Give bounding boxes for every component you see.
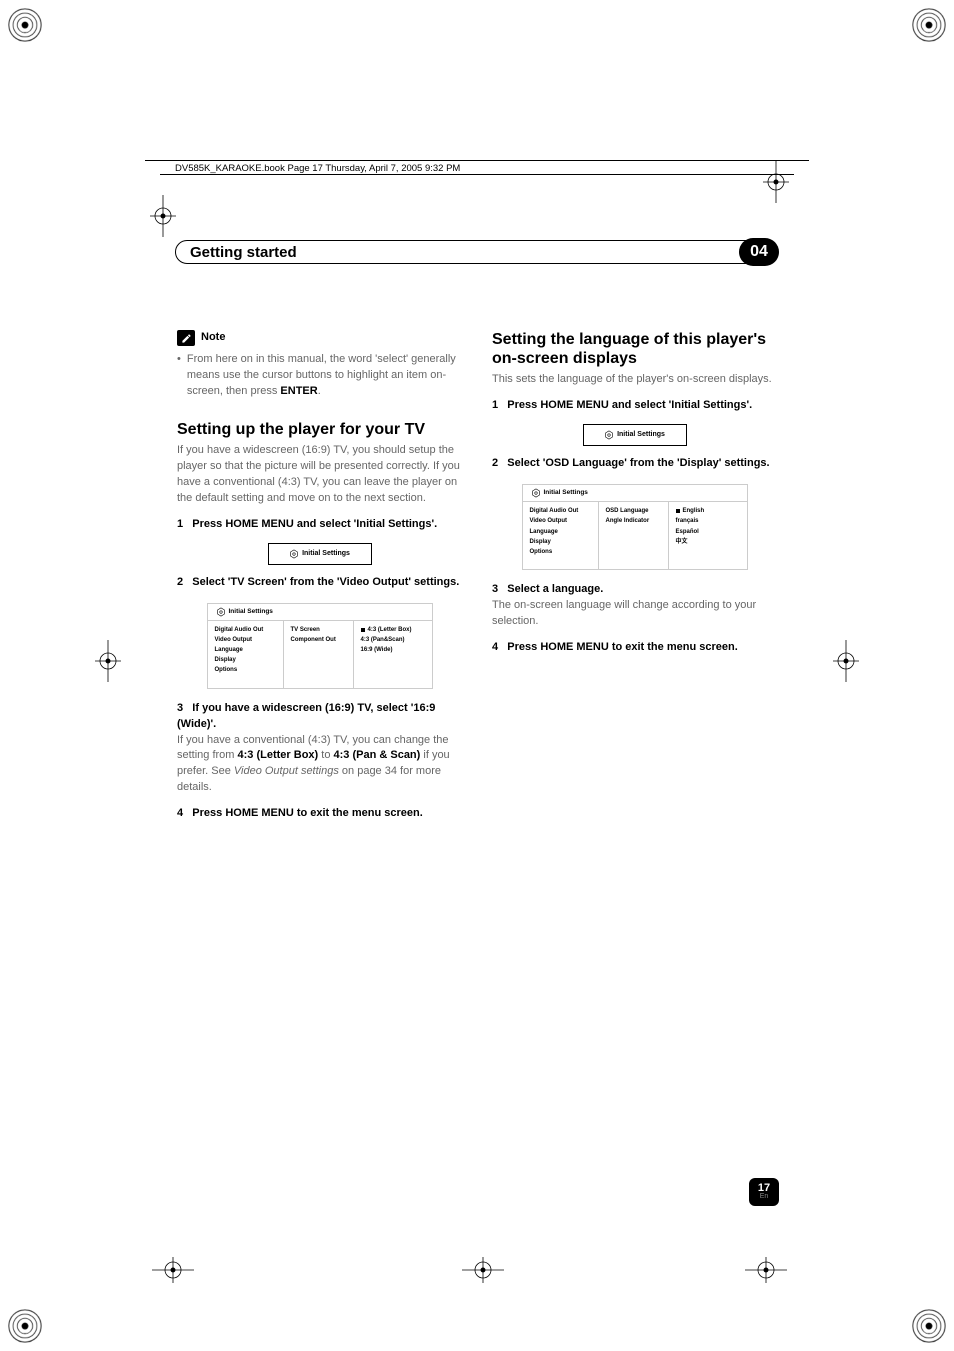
menu-options: 4:3 (Letter Box) 4:3 (Pan&Scan) 16:9 (Wi… (354, 621, 432, 688)
header-rule (145, 160, 809, 161)
chapter-title: Getting started (190, 244, 297, 261)
menu-categories: Digital Audio Out Video Output Language … (208, 621, 284, 688)
menu-subitems: TV Screen Component Out (284, 621, 354, 688)
header-rule-inner (160, 174, 794, 175)
registration-mark-icon (8, 1309, 42, 1343)
step-3-body: If you have a conventional (4:3) TV, you… (177, 733, 462, 797)
crop-mark-icon (763, 161, 789, 203)
crop-mark-icon (152, 1257, 194, 1283)
section-intro: If you have a widescreen (16:9) TV, you … (177, 443, 462, 507)
video-output-menu: Initial Settings Digital Audio Out Video… (207, 603, 433, 689)
display-menu: Initial Settings Digital Audio Out Video… (522, 484, 748, 570)
crop-mark-icon (462, 1257, 504, 1283)
step-3-body: The on-screen language will change accor… (492, 598, 777, 630)
crop-mark-icon (95, 640, 121, 682)
pencil-icon (177, 330, 195, 346)
registration-mark-icon (8, 8, 42, 42)
step-4: 4 Press HOME MENU to exit the menu scree… (492, 640, 777, 656)
step-1: 1 Press HOME MENU and select 'Initial Se… (177, 517, 462, 533)
note-label: Note (201, 330, 225, 346)
menu-categories: Digital Audio Out Video Output Language … (523, 502, 599, 569)
step-3: 3 Select a language. (492, 582, 777, 598)
settings-icon (604, 430, 614, 440)
step-2: 2 Select 'OSD Language' from the 'Displa… (492, 456, 777, 472)
page-number-badge: 17 En (749, 1178, 779, 1206)
bullet-icon: • (177, 352, 181, 400)
step-4: 4 Press HOME MENU to exit the menu scree… (177, 806, 462, 822)
radio-icon (676, 509, 680, 513)
step-1: 1 Press HOME MENU and select 'Initial Se… (492, 398, 777, 414)
section-intro: This sets the language of the player's o… (492, 372, 777, 388)
crop-mark-icon (745, 1257, 787, 1283)
menu-subitems: OSD Language Angle Indicator (599, 502, 669, 569)
chapter-title-bar: Getting started (175, 240, 775, 264)
menu-options: English français Español 中文 (669, 502, 747, 569)
note-text: From here on in this manual, the word 's… (187, 352, 462, 400)
settings-icon (289, 549, 299, 559)
step-3: 3 If you have a widescreen (16:9) TV, se… (177, 701, 462, 733)
settings-icon (531, 488, 541, 498)
registration-mark-icon (912, 1309, 946, 1343)
chapter-number-badge: 04 (739, 238, 779, 266)
initial-settings-button: Initial Settings (583, 424, 687, 446)
crop-mark-icon (150, 195, 176, 237)
step-2: 2 Select 'TV Screen' from the 'Video Out… (177, 575, 462, 591)
settings-icon (216, 607, 226, 617)
initial-settings-button: Initial Settings (268, 543, 372, 565)
crop-mark-icon (833, 640, 859, 682)
registration-mark-icon (912, 8, 946, 42)
header-file-info: DV585K_KARAOKE.book Page 17 Thursday, Ap… (175, 163, 460, 174)
section-heading: Setting up the player for your TV (177, 420, 462, 439)
radio-icon (361, 628, 365, 632)
section-heading: Setting the language of this player's on… (492, 330, 777, 368)
